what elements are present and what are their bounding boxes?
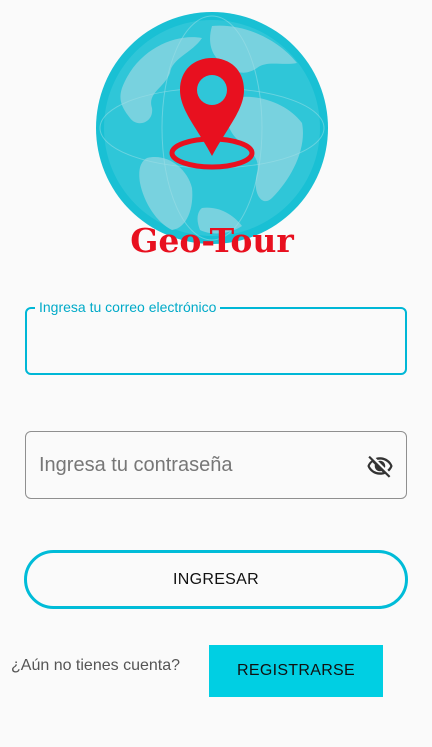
register-button-label: REGISTRARSE [237, 662, 355, 679]
login-button[interactable]: INGRESAR [24, 550, 408, 609]
eye-off-icon[interactable] [366, 452, 394, 480]
register-button[interactable]: REGISTRARSE [209, 645, 383, 697]
password-field[interactable]: Ingresa tu contraseña [25, 431, 407, 499]
login-button-label: INGRESAR [173, 570, 259, 588]
brand-text: Geo-Tour [130, 221, 294, 260]
password-placeholder: Ingresa tu contraseña [39, 454, 233, 476]
email-field[interactable]: Ingresa tu correo electrónico [25, 298, 407, 375]
geo-tour-logo: Geo-Tour [92, 8, 332, 263]
email-field-label: Ingresa tu correo electrónico [35, 298, 221, 316]
globe-pin-logo-icon: Geo-Tour [96, 12, 328, 260]
no-account-prompt: ¿Aún no tienes cuenta? [11, 657, 181, 674]
